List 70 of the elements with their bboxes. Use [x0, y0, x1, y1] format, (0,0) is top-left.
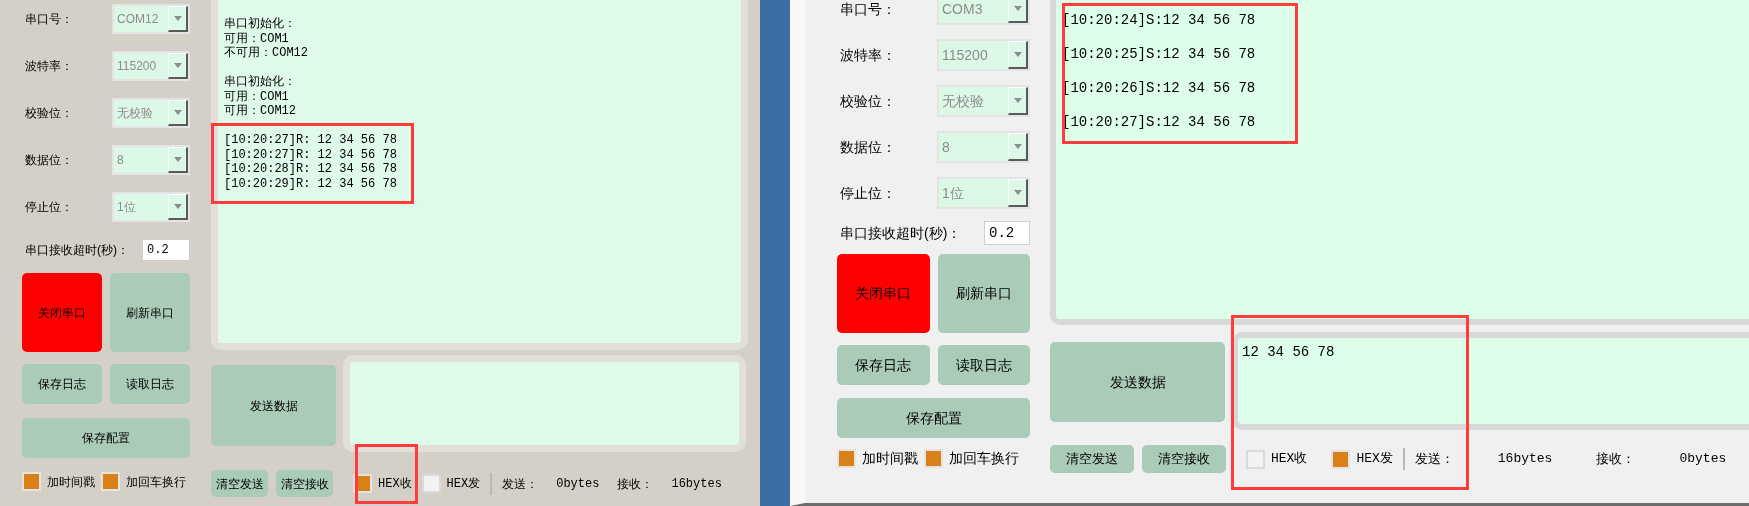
- field-label: 停止位：: [839, 183, 897, 203]
- log-line: 可用：COM12: [224, 104, 297, 119]
- action-button[interactable]: 清空接收: [276, 470, 333, 497]
- stat-label: 接收：: [1596, 450, 1636, 469]
- action-button[interactable]: 发送数据: [1050, 342, 1225, 422]
- byte-count: 16bytes: [671, 475, 722, 493]
- log-line: [10:20:27]S:12 34 56 78: [1062, 114, 1257, 131]
- send-field[interactable]: 12 34 56 78: [1232, 332, 1749, 430]
- log-line: [10:20:27]R: 12 34 56 78: [224, 133, 398, 148]
- field-label: 校验位：: [24, 105, 74, 122]
- field-label: 停止位：: [24, 199, 74, 216]
- log-line: [10:20:24]S:12 34 56 78: [1062, 12, 1257, 29]
- close-port-button[interactable]: 关闭串口: [837, 254, 930, 333]
- timeout-field[interactable]: 0.2: [984, 221, 1030, 245]
- action-button[interactable]: 刷新串口: [937, 254, 1030, 333]
- field-label: 串口接收超时(秒)：: [839, 223, 962, 243]
- log-line: [10:20:26]S:12 34 56 78: [1062, 80, 1257, 97]
- action-button[interactable]: 清空发送: [211, 470, 268, 497]
- checkbox[interactable]: [837, 449, 856, 468]
- action-button[interactable]: 刷新串口: [110, 273, 190, 352]
- checkbox[interactable]: [101, 472, 120, 491]
- field-label: 校验位：: [839, 91, 897, 111]
- checkbox[interactable]: [1331, 449, 1351, 469]
- field-label: 数据位：: [24, 152, 74, 169]
- byte-count: 0bytes: [1679, 450, 1727, 469]
- send-field[interactable]: [343, 355, 746, 452]
- field-label: 串口号：: [24, 11, 74, 28]
- action-button[interactable]: 读取日志: [110, 364, 190, 404]
- checkbox-label: 加回车换行: [949, 449, 1019, 468]
- highlight-frame: [355, 444, 418, 504]
- checkbox-label: HEX收: [1271, 450, 1308, 469]
- action-button[interactable]: 保存配置: [837, 398, 1030, 438]
- timeout-field[interactable]: 0.2: [142, 239, 190, 261]
- log-line: 串口初始化：: [224, 17, 297, 32]
- log-line: 可用：COM1: [224, 89, 290, 104]
- log-line: [10:20:25]S:12 34 56 78: [1062, 46, 1257, 63]
- byte-count: 0bytes: [556, 475, 600, 493]
- checkbox-label: HEX发: [1356, 450, 1393, 469]
- field-label: 数据位：: [839, 137, 897, 157]
- field-label: 波特率：: [24, 58, 74, 75]
- field-label: 串口接收超时(秒)：: [24, 242, 129, 259]
- log-line: [10:20:28]R: 12 34 56 78: [224, 162, 398, 177]
- log-line: [10:20:27]R: 12 34 56 78: [224, 147, 398, 162]
- action-button[interactable]: 保存配置: [22, 418, 190, 458]
- checkbox[interactable]: [421, 474, 441, 493]
- field-label: 波特率：: [839, 45, 897, 65]
- action-button[interactable]: 清空接收: [1142, 445, 1226, 473]
- checkbox[interactable]: [924, 449, 943, 468]
- stat-label: 发送：: [502, 475, 539, 493]
- field-label: 串口号：: [839, 0, 897, 19]
- action-button[interactable]: 保存日志: [837, 345, 930, 385]
- log-line: [10:20:29]R: 12 34 56 78: [224, 176, 398, 191]
- log-line: 不可用：COM12: [224, 46, 309, 61]
- checkbox[interactable]: [22, 472, 41, 491]
- log-line: 串口初始化：: [224, 75, 297, 90]
- log-line: 可用：COM1: [224, 31, 290, 46]
- byte-count: 16bytes: [1497, 450, 1553, 469]
- checkbox-label: 加时间戳: [862, 449, 918, 468]
- checkbox-label: 加回车换行: [126, 473, 186, 491]
- checkbox[interactable]: [1246, 449, 1265, 469]
- checkbox-label: 加时间戳: [47, 473, 95, 491]
- close-port-button[interactable]: 关闭串口: [22, 273, 102, 352]
- stat-label: 发送：: [1414, 450, 1454, 469]
- action-button[interactable]: 保存日志: [22, 364, 102, 404]
- checkbox-label: HEX发: [446, 475, 481, 493]
- action-button[interactable]: 清空发送: [1050, 445, 1134, 473]
- checkbox-label: HEX收: [378, 475, 412, 493]
- action-button[interactable]: 发送数据: [211, 365, 336, 446]
- stat-label: 接收：: [617, 475, 654, 493]
- action-button[interactable]: 读取日志: [937, 345, 1030, 385]
